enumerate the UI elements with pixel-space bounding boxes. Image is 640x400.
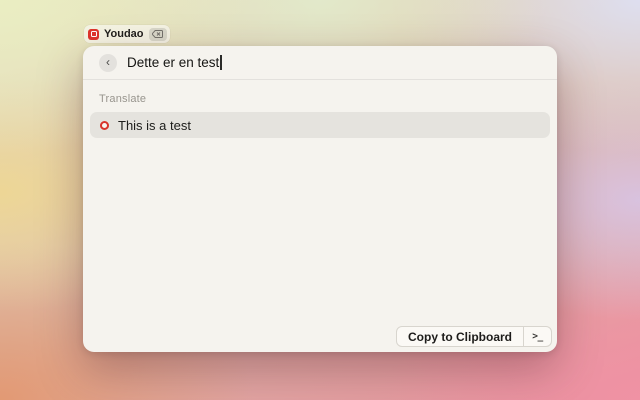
text-caret: [220, 55, 222, 70]
result-label: This is a test: [118, 118, 191, 133]
search-input-value: Dette er en test: [127, 55, 219, 70]
command-tag-label: Youdao: [104, 29, 144, 40]
footer-bar: Copy to Clipboard >_: [83, 320, 557, 352]
chevron-left-icon: ‹: [106, 56, 110, 68]
copy-action-group[interactable]: Copy to Clipboard >_: [396, 326, 552, 347]
result-row-selected[interactable]: This is a test: [90, 112, 550, 138]
search-input[interactable]: Dette er en test: [127, 55, 222, 70]
section-header: Translate: [99, 93, 541, 105]
shortcut-key-icon[interactable]: >_: [524, 327, 551, 346]
youdao-ring-icon: [100, 121, 109, 130]
tag-dismiss-key[interactable]: [149, 28, 167, 41]
copy-to-clipboard-button[interactable]: Copy to Clipboard: [397, 327, 523, 346]
youdao-logo-icon: [88, 29, 99, 40]
backspace-icon: [152, 30, 163, 38]
raycast-window: ‹ Dette er en test Translate This is a t…: [83, 46, 557, 352]
search-bar[interactable]: ‹ Dette er en test: [83, 46, 557, 80]
command-tag[interactable]: Youdao: [84, 25, 170, 43]
back-button[interactable]: ‹: [99, 54, 117, 72]
